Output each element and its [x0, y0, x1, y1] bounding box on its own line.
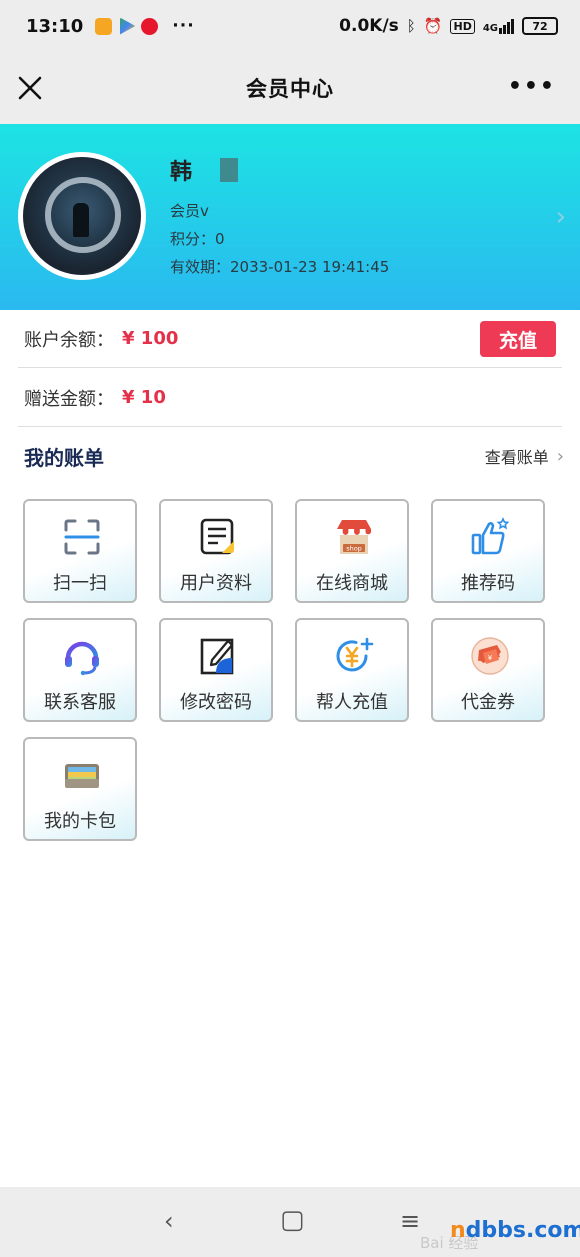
account-balance-row: 账户余额： ¥ 100 充值 — [18, 310, 562, 368]
weibo-icon — [141, 17, 159, 35]
headset-icon — [65, 641, 99, 676]
profile-document-icon — [200, 518, 234, 555]
tile-contact-service[interactable]: 联系客服 — [23, 618, 137, 722]
edit-icon — [200, 638, 234, 675]
page-title: 会员中心 — [246, 77, 334, 101]
site-watermark: ndbbs.com — [450, 1218, 580, 1243]
status-bar: 13:10 ··· 0.0K/s ᛒ ⏰ HD 4G 72 — [0, 0, 580, 52]
profile-name-text: 韩 — [170, 160, 193, 185]
redacted-block — [220, 158, 239, 182]
hd-icon: HD — [450, 18, 475, 34]
more-notifications-icon: ··· — [172, 16, 195, 36]
tile-online-shop[interactable]: shop 在线商城 — [295, 499, 409, 603]
back-nav-icon[interactable]: ‹ — [164, 1207, 174, 1235]
chevron-right-icon: › — [556, 445, 564, 467]
tile-voucher[interactable]: ¥ 代金券 — [431, 618, 545, 722]
app-notification-icon — [95, 17, 113, 35]
close-icon[interactable] — [16, 74, 44, 102]
profile-name: 韩 — [170, 154, 239, 186]
bonus-balance-value: ¥ 10 — [122, 387, 166, 408]
site-watermark-prefix: n — [450, 1218, 466, 1243]
play-store-icon — [119, 17, 136, 35]
member-expiry: 有效期：2033-01-23 19:41:45 — [170, 258, 390, 276]
bluetooth-icon: ᛒ — [406, 17, 416, 35]
app-header: 会员中心 ••• — [0, 52, 580, 124]
tile-card-wallet[interactable]: 我的卡包 — [23, 737, 137, 841]
wallet-icon — [65, 764, 99, 788]
tile-label: 帮人充值 — [316, 692, 388, 713]
tile-scan[interactable]: 扫一扫 — [23, 499, 137, 603]
svg-text:¥: ¥ — [488, 654, 493, 662]
tile-label: 代金券 — [461, 692, 515, 713]
view-bills-link[interactable]: 查看账单 › — [485, 444, 564, 468]
battery-icon: 72 — [522, 17, 558, 35]
avatar[interactable] — [18, 152, 146, 280]
recharge-button[interactable]: 充值 — [480, 321, 556, 357]
tile-referral-code[interactable]: 推荐码 — [431, 499, 545, 603]
tile-label: 扫一扫 — [53, 573, 107, 594]
profile-banner[interactable]: 韩 会员v 积分：0 有效期：2033-01-23 19:41:45 › — [0, 124, 580, 310]
menu-nav-icon[interactable]: ≡ — [400, 1207, 420, 1235]
tile-label: 我的卡包 — [44, 811, 116, 832]
shop-icon: shop — [337, 520, 371, 554]
status-right: 0.0K/s ᛒ ⏰ HD 4G 72 — [339, 16, 558, 36]
bonus-balance-label: 赠送金额： — [24, 388, 114, 410]
tile-recharge-for-others[interactable]: 帮人充值 — [295, 618, 409, 722]
scan-icon — [64, 519, 100, 555]
site-watermark-rest: dbbs.com — [465, 1218, 580, 1243]
tile-label: 联系客服 — [44, 692, 116, 713]
view-bills-label: 查看账单 — [484, 448, 549, 467]
tile-user-profile[interactable]: 用户资料 — [159, 499, 273, 603]
network-speed: 0.0K/s — [339, 16, 399, 36]
chevron-right-icon[interactable]: › — [556, 202, 566, 232]
member-points: 积分：0 — [170, 230, 225, 248]
signal-label: 4G — [482, 22, 498, 34]
more-menu-icon[interactable]: ••• — [508, 74, 556, 99]
thumbs-up-icon — [471, 517, 510, 555]
account-balance-label: 账户余额： — [24, 329, 114, 351]
tile-label: 修改密码 — [180, 692, 252, 713]
account-balance-value: ¥ 100 — [122, 328, 179, 349]
svg-text:shop: shop — [346, 545, 362, 553]
tile-label: 用户资料 — [180, 573, 252, 594]
coupon-icon: ¥ — [471, 637, 509, 675]
clock: 13:10 — [26, 15, 84, 37]
alarm-icon: ⏰ — [423, 17, 443, 35]
member-level: 会员v — [170, 202, 209, 220]
signal-icon: 4G — [482, 18, 514, 34]
yuan-recharge-icon — [336, 637, 374, 672]
tile-label: 推荐码 — [461, 573, 515, 594]
notification-icons — [95, 17, 159, 35]
tile-change-password[interactable]: 修改密码 — [159, 618, 273, 722]
home-nav-icon[interactable]: ▢ — [280, 1205, 305, 1235]
my-bills-section: 我的账单 查看账单 › — [24, 428, 564, 484]
bonus-balance-row: 赠送金额： ¥ 10 — [18, 369, 562, 427]
my-bills-title: 我的账单 — [24, 445, 104, 470]
tile-label: 在线商城 — [316, 573, 388, 594]
